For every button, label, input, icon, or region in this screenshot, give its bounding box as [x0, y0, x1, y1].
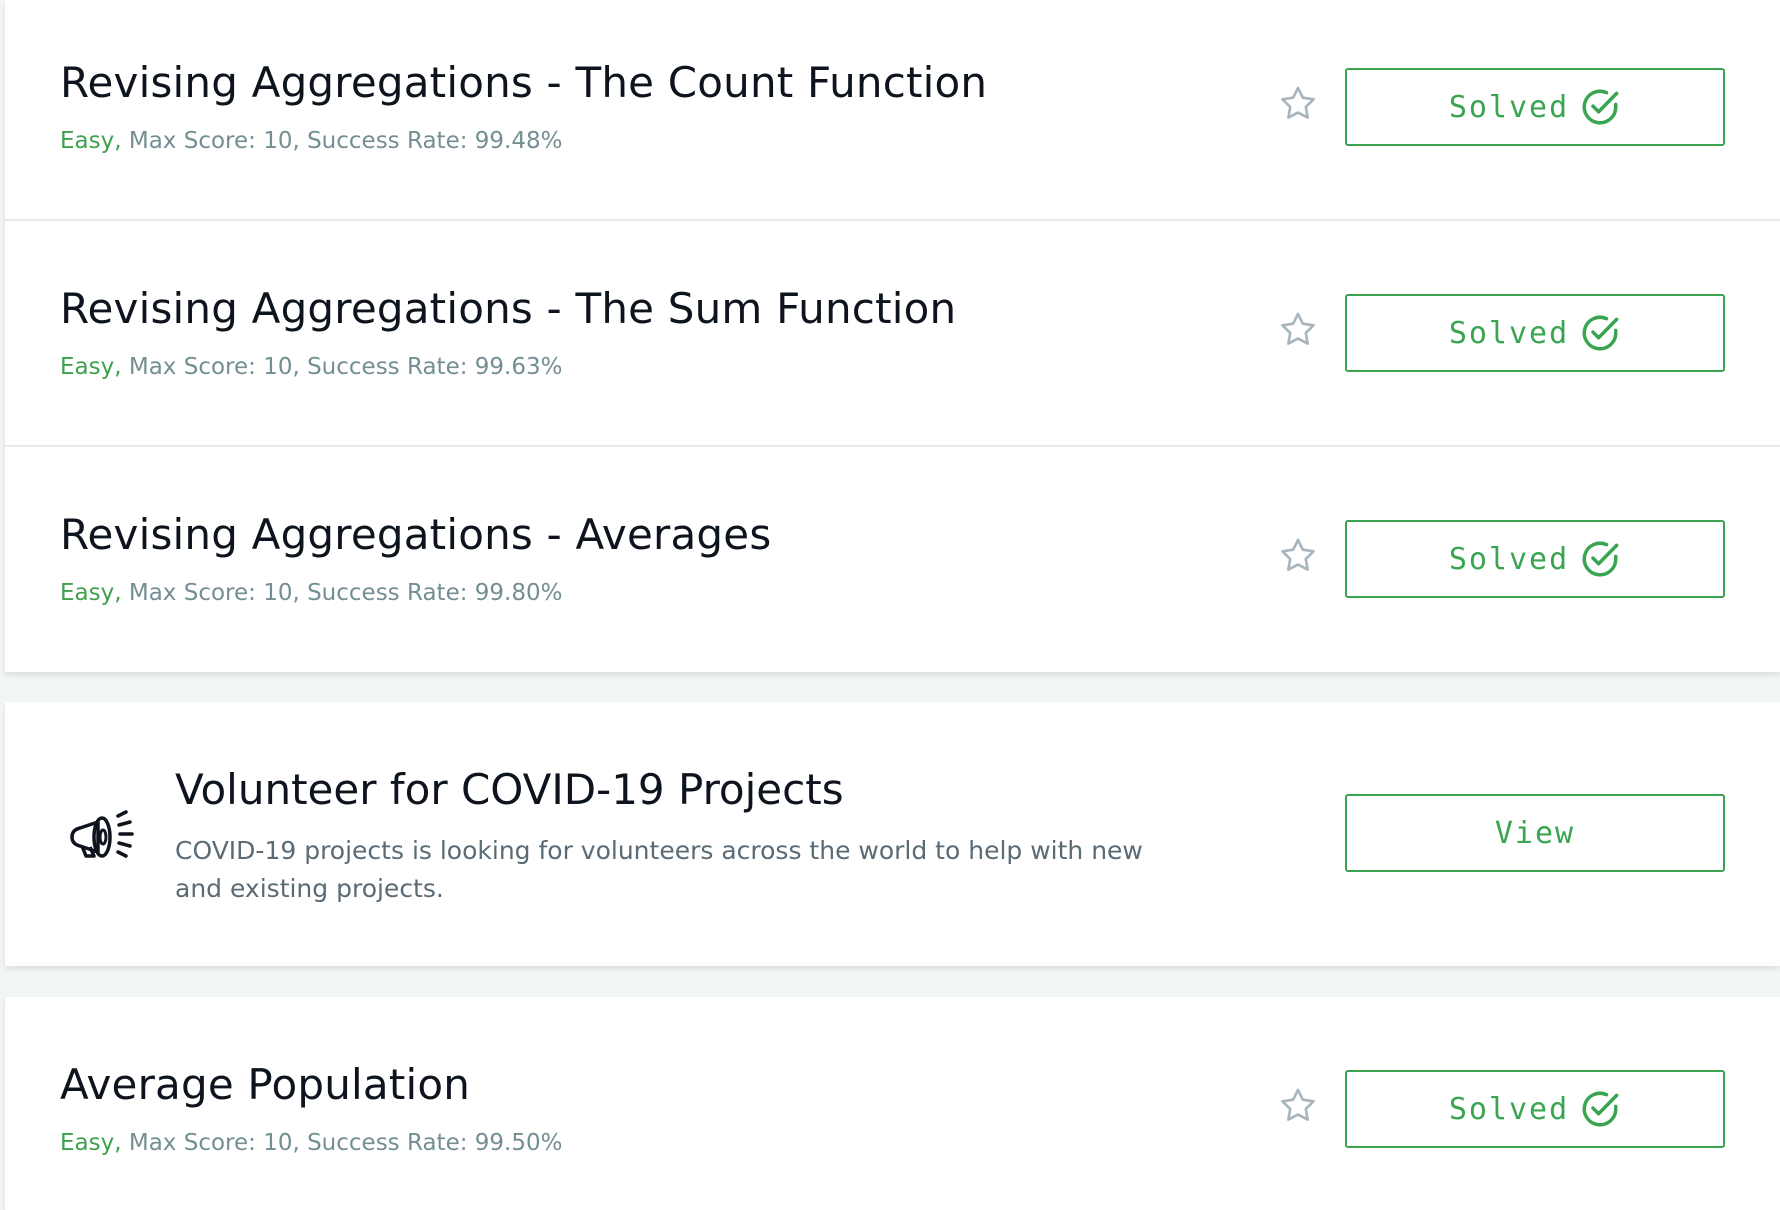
challenge-meta: Easy, Max Score: 10, Success Rate: 99.48…: [60, 128, 562, 154]
difficulty-label: Easy,: [60, 1130, 122, 1156]
challenge-title[interactable]: Average Population: [60, 1060, 470, 1109]
solved-button-label: Solved: [1448, 89, 1570, 125]
check-circle-icon: [1582, 541, 1619, 577]
promo-description: COVID-19 projects is looking for volunte…: [175, 836, 1143, 903]
challenge-stats: Max Score: 10, Success Rate: 99.50%: [121, 1130, 563, 1156]
challenge-stats: Max Score: 10, Success Rate: 99.63%: [121, 354, 563, 380]
promo-title[interactable]: Volunteer for COVID-19 Projects: [175, 765, 844, 814]
challenge-list: Revising Aggregations - The Count Functi…: [0, 0, 1780, 1210]
challenge-stats: Max Score: 10, Success Rate: 99.80%: [121, 580, 563, 606]
check-circle-icon: [1582, 1091, 1619, 1127]
challenge-meta: Easy, Max Score: 10, Success Rate: 99.80…: [60, 580, 562, 606]
megaphone-icon: [70, 810, 134, 858]
difficulty-label: Easy,: [60, 354, 122, 380]
check-circle-icon: [1582, 89, 1619, 125]
solved-button[interactable]: Solved: [1345, 1070, 1725, 1148]
solved-button[interactable]: Solved: [1345, 294, 1725, 372]
solved-button[interactable]: Solved: [1345, 68, 1725, 146]
difficulty-label: Easy,: [60, 580, 122, 606]
solved-button-label: Solved: [1448, 315, 1570, 351]
challenge-meta: Easy, Max Score: 10, Success Rate: 99.63…: [60, 354, 562, 380]
view-button-label: View: [1494, 815, 1576, 851]
view-button[interactable]: View: [1345, 794, 1725, 872]
check-circle-icon: [1582, 315, 1619, 351]
solved-button-label: Solved: [1448, 541, 1570, 577]
row-divider: [5, 445, 1780, 447]
bookmark-star-icon[interactable]: [1277, 309, 1319, 351]
row-divider: [5, 219, 1780, 221]
bookmark-star-icon[interactable]: [1277, 1085, 1319, 1127]
challenge-title[interactable]: Revising Aggregations - The Sum Function: [60, 284, 956, 333]
challenge-title[interactable]: Revising Aggregations - Averages: [60, 510, 771, 559]
bookmark-star-icon[interactable]: [1277, 535, 1319, 577]
solved-button-label: Solved: [1448, 1091, 1570, 1127]
challenge-title[interactable]: Revising Aggregations - The Count Functi…: [60, 58, 987, 107]
challenge-meta: Easy, Max Score: 10, Success Rate: 99.50…: [60, 1130, 562, 1156]
challenge-stats: Max Score: 10, Success Rate: 99.48%: [121, 128, 563, 154]
difficulty-label: Easy,: [60, 128, 122, 154]
solved-button[interactable]: Solved: [1345, 520, 1725, 598]
bookmark-star-icon[interactable]: [1277, 83, 1319, 125]
